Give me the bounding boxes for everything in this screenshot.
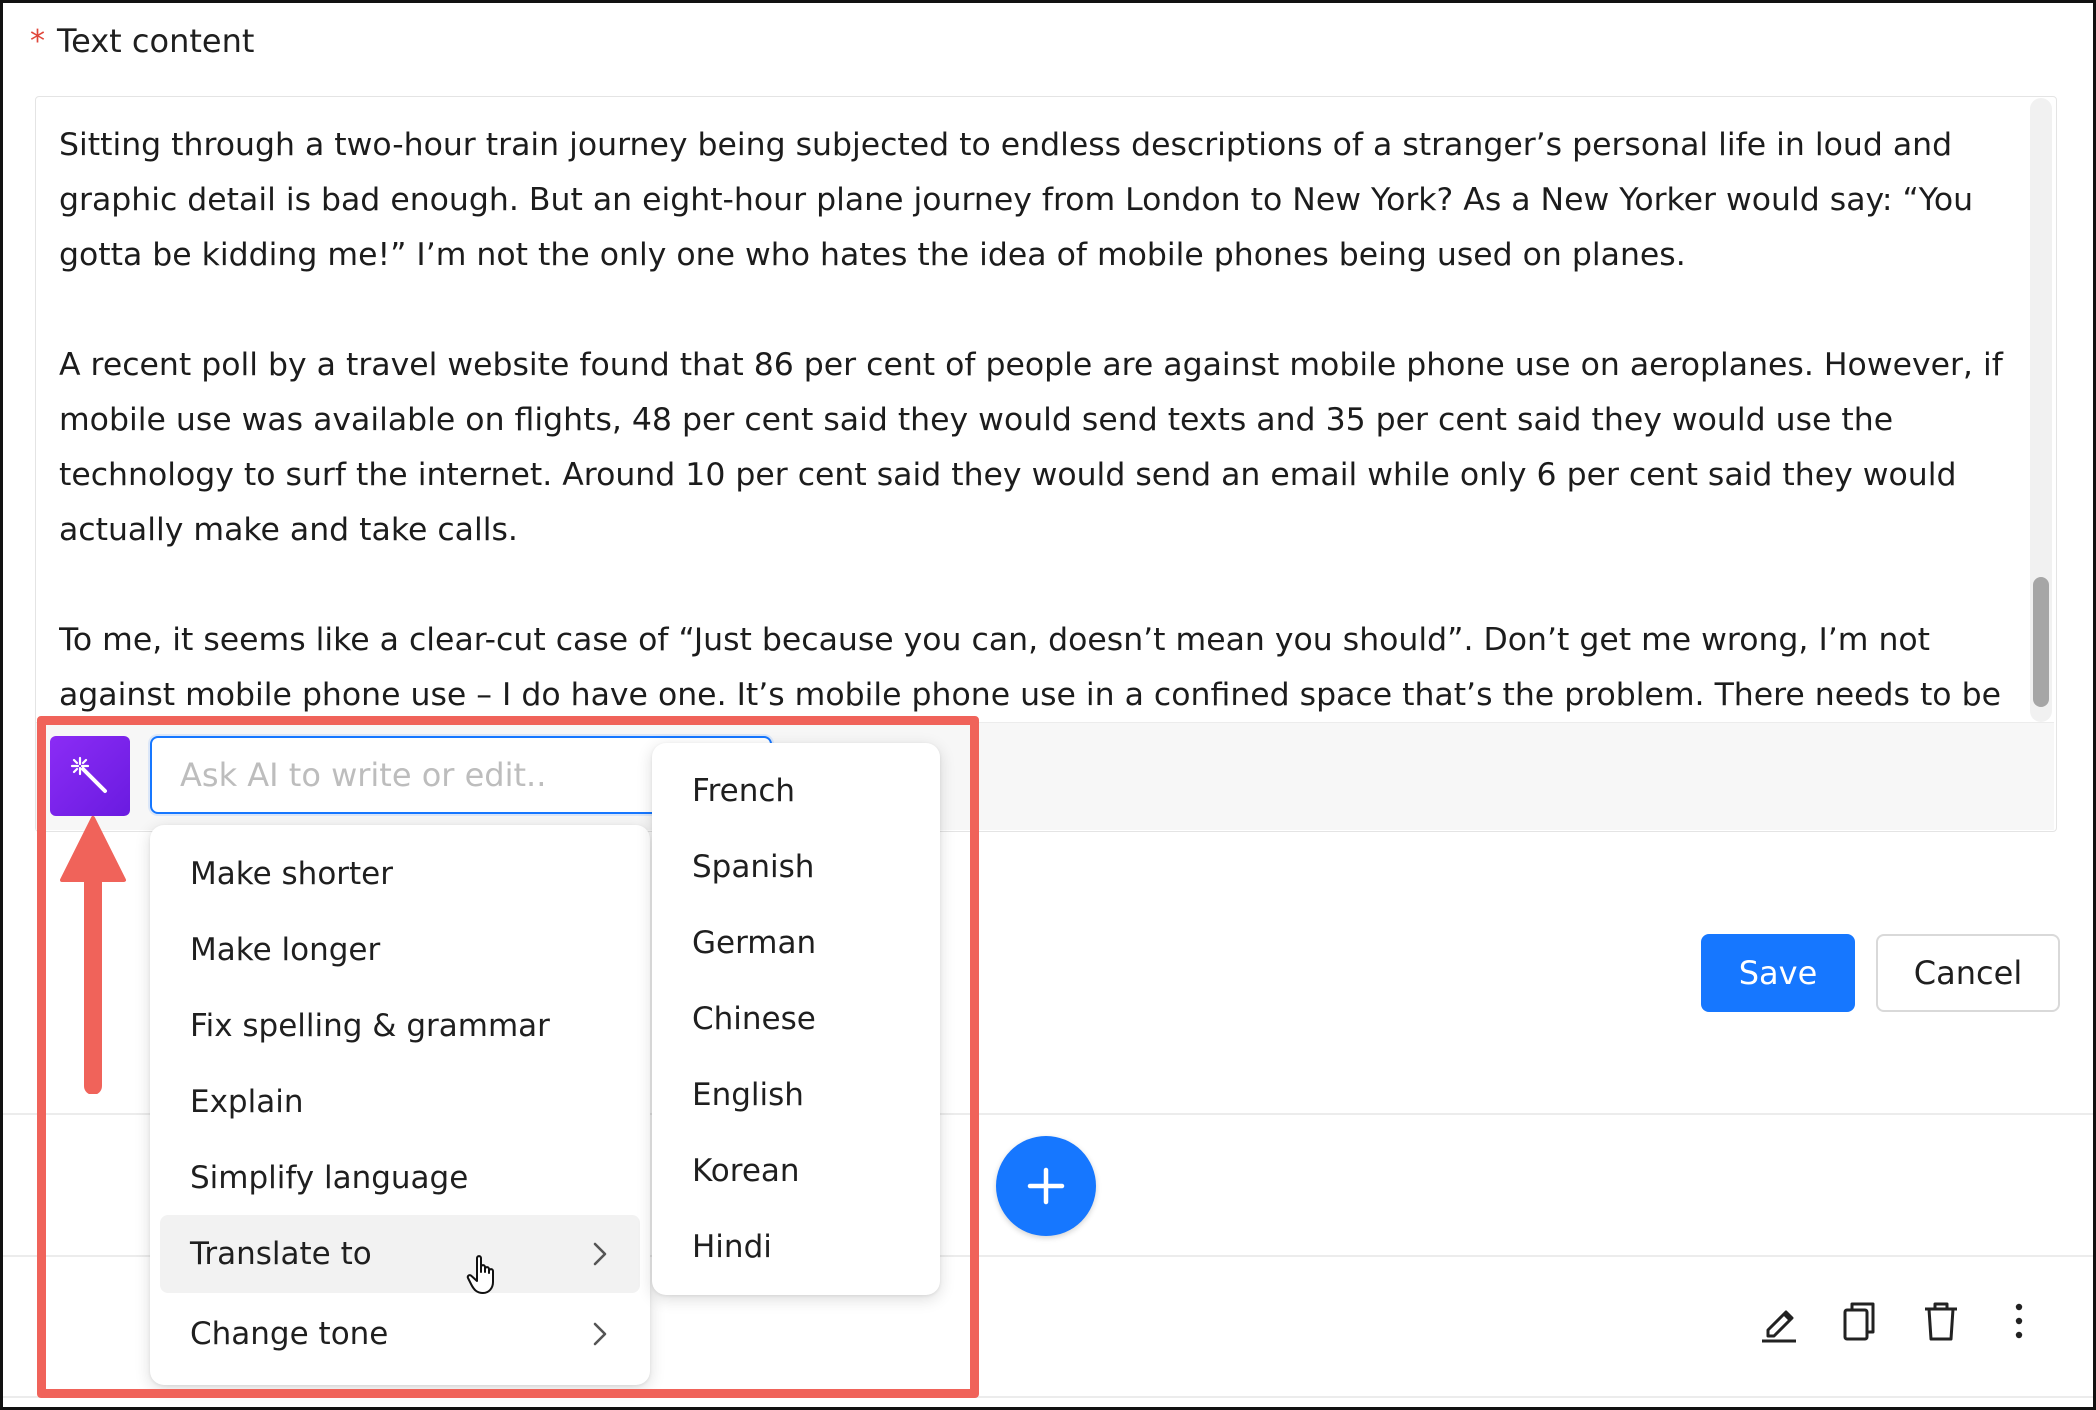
menu-item-label: Fix spelling & grammar bbox=[190, 1008, 550, 1044]
menu-item-translate-to[interactable]: Translate to bbox=[160, 1215, 640, 1293]
menu-item-label: Explain bbox=[190, 1084, 304, 1120]
menu-item-label: Make longer bbox=[190, 932, 381, 968]
required-mark: * bbox=[30, 23, 45, 59]
cancel-button[interactable]: Cancel bbox=[1876, 934, 2060, 1012]
paragraph-2: A recent poll by a travel website found … bbox=[59, 347, 2003, 548]
language-option-korean[interactable]: Korean bbox=[692, 1133, 912, 1209]
language-option-french[interactable]: French bbox=[692, 753, 912, 829]
paragraph-1: Sitting through a two-hour train journey… bbox=[59, 127, 1974, 273]
menu-item-change-tone[interactable]: Change tone bbox=[160, 1295, 640, 1373]
chevron-right-icon bbox=[593, 1242, 607, 1266]
ai-actions-menu: Make shorter Make longer Fix spelling & … bbox=[150, 825, 650, 1385]
menu-item-make-shorter[interactable]: Make shorter bbox=[160, 835, 640, 913]
menu-item-label: Make shorter bbox=[190, 856, 393, 892]
field-label-text: Text content bbox=[57, 22, 255, 60]
save-button[interactable]: Save bbox=[1701, 934, 1855, 1012]
add-block-button[interactable] bbox=[996, 1136, 1096, 1236]
hand-cursor-icon bbox=[466, 1255, 494, 1294]
editor-content[interactable]: Sitting through a two-hour train journey… bbox=[59, 118, 2039, 730]
edit-icon[interactable] bbox=[1756, 1298, 1802, 1344]
menu-item-label: Simplify language bbox=[190, 1160, 469, 1196]
language-option-spanish[interactable]: Spanish bbox=[692, 829, 912, 905]
menu-item-fix-spelling-grammar[interactable]: Fix spelling & grammar bbox=[160, 987, 640, 1065]
chevron-right-icon bbox=[593, 1322, 607, 1346]
section-divider bbox=[3, 1396, 2093, 1398]
editor-scrollbar-thumb[interactable] bbox=[2033, 577, 2049, 707]
ai-assistant-button[interactable] bbox=[50, 736, 130, 816]
menu-item-make-longer[interactable]: Make longer bbox=[160, 911, 640, 989]
field-label: * Text content bbox=[30, 22, 254, 60]
magic-wand-icon bbox=[70, 756, 107, 793]
delete-icon[interactable] bbox=[1918, 1298, 1964, 1344]
more-vertical-icon[interactable] bbox=[1996, 1298, 2042, 1344]
translate-submenu: French Spanish German Chinese English Ko… bbox=[652, 743, 940, 1295]
annotation-arrow-icon bbox=[60, 816, 126, 1094]
language-option-hindi[interactable]: Hindi bbox=[692, 1209, 912, 1285]
menu-item-explain[interactable]: Explain bbox=[160, 1063, 640, 1141]
menu-item-label: Change tone bbox=[190, 1316, 389, 1352]
language-option-chinese[interactable]: Chinese bbox=[692, 981, 912, 1057]
copy-icon[interactable] bbox=[1836, 1298, 1882, 1344]
paragraph-3: To me, it seems like a clear-cut case of… bbox=[59, 622, 2001, 713]
plus-icon bbox=[1027, 1167, 1065, 1205]
menu-item-label: Translate to bbox=[190, 1236, 372, 1272]
language-option-german[interactable]: German bbox=[692, 905, 912, 981]
menu-item-simplify-language[interactable]: Simplify language bbox=[160, 1139, 640, 1217]
language-option-english[interactable]: English bbox=[692, 1057, 912, 1133]
